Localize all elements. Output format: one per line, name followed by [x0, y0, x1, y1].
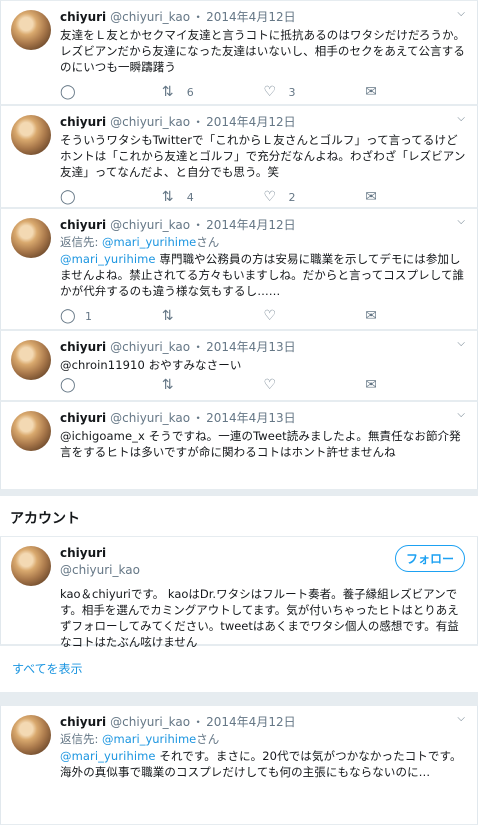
chevron-down-icon[interactable]: ⌵	[457, 113, 465, 124]
mail-icon: ✉	[365, 308, 377, 324]
chevron-down-icon[interactable]: ⌵	[457, 8, 465, 19]
reply-context: 返信先: @mari_yurihimeさん	[60, 235, 220, 249]
mail-button[interactable]: ✉	[365, 84, 411, 100]
tweet-date[interactable]: 2014年4月13日	[206, 340, 295, 354]
tweet-date[interactable]: 2014年4月12日	[206, 218, 295, 232]
reply-context: 返信先: @mari_yurihimeさん	[60, 732, 220, 746]
chevron-down-icon[interactable]: ⌵	[457, 713, 465, 724]
like-button[interactable]: ♡ 3	[264, 84, 310, 100]
reply-icon: ◯	[60, 189, 76, 205]
tweet-text: 友達をＬ友とかセクマイ友達と言うコトに抵抗あるのはワタシだけだろうか。レズビアン…	[60, 28, 466, 74]
like-button[interactable]: ♡	[264, 308, 310, 324]
mention-link[interactable]: @mari_yurihime	[60, 749, 156, 763]
like-icon: ♡	[263, 189, 277, 205]
tweet-header: chiyuri @chiyuri_kao ・ 2014年4月13日	[60, 411, 296, 425]
account-section-title: アカウント	[0, 496, 478, 537]
retweet-icon: ⇅	[161, 189, 174, 205]
mail-icon: ✉	[365, 189, 377, 205]
tweet-header: chiyuri @chiyuri_kao ・ 2014年4月12日	[60, 715, 296, 729]
tweet-date[interactable]: 2014年4月12日	[206, 715, 295, 729]
follow-button[interactable]: フォロー	[394, 545, 465, 572]
mail-button[interactable]: ✉	[365, 308, 411, 324]
reply-to-link[interactable]: @mari_yurihime	[102, 235, 196, 249]
retweet-button[interactable]: ⇅	[162, 377, 208, 393]
reply-button[interactable]: ◯	[60, 84, 106, 100]
user-name[interactable]: chiyuri	[60, 715, 106, 729]
like-icon: ♡	[263, 308, 277, 324]
user-handle[interactable]: @chiyuri_kao	[110, 218, 190, 232]
tweet-actions: ◯ ⇅ ♡ ✉	[60, 373, 467, 397]
account-bio: kao＆chiyuriです。 kaoはDr.ワタシはフルート奏者。養子縁組レズビ…	[60, 587, 459, 649]
like-button[interactable]: ♡ 2	[264, 189, 310, 205]
tweet-date[interactable]: 2014年4月12日	[206, 10, 295, 24]
user-handle[interactable]: @chiyuri_kao	[110, 115, 190, 129]
retweet-icon: ⇅	[161, 84, 174, 100]
tweet-card[interactable]: ⌵ chiyuri @chiyuri_kao ・ 2014年4月13日 @ichigo…	[0, 401, 478, 490]
tweet-actions: ◯ 1 ⇅ ♡ ✉	[60, 302, 467, 330]
user-name[interactable]: chiyuri	[60, 115, 106, 129]
account-name[interactable]: chiyuri	[60, 546, 106, 560]
tweet-date[interactable]: 2014年4月13日	[206, 411, 295, 425]
chevron-down-icon[interactable]: ⌵	[457, 216, 465, 227]
tweet-card[interactable]: ⌵ chiyuri @chiyuri_kao ・ 2014年4月12日 返信先: @m…	[0, 208, 478, 330]
tweet-actions: ◯ ⇅ 6 ♡ 3 ✉	[60, 78, 467, 106]
user-handle[interactable]: @chiyuri_kao	[110, 340, 190, 354]
like-icon: ♡	[263, 377, 277, 393]
user-handle[interactable]: @chiyuri_kao	[110, 10, 190, 24]
reply-button[interactable]: ◯	[60, 377, 106, 393]
like-icon: ♡	[263, 84, 277, 100]
avatar[interactable]	[11, 546, 51, 586]
reply-to-link[interactable]: @mari_yurihime	[102, 732, 196, 746]
avatar[interactable]	[11, 340, 51, 380]
tweet-card[interactable]: ⌵ chiyuri @chiyuri_kao ・ 2014年4月12日 そういうワタシ…	[0, 105, 478, 208]
reply-icon: ◯	[60, 84, 76, 100]
tweet-text: @ichigoame_x そうですね。一連のTweet読みましたよ。無責任なお節…	[60, 429, 461, 459]
tweet-text: @mari_yurihime 専門職や公務員の方は安易に職業を示してデモには参加…	[60, 252, 465, 298]
chevron-down-icon[interactable]: ⌵	[457, 409, 465, 420]
tweet-actions: ◯ ⇅ 4 ♡ 2 ✉	[60, 183, 467, 211]
show-all-link[interactable]: すべてを表示	[0, 645, 478, 692]
tweet-card[interactable]: ⌵ chiyuri @chiyuri_kao ・ 2014年4月13日 @chroin…	[0, 330, 478, 401]
tweet-card[interactable]: ⌵ chiyuri @chiyuri_kao ・ 2014年4月12日 返信先: @m…	[0, 705, 478, 825]
reply-icon: ◯	[60, 377, 76, 393]
user-name[interactable]: chiyuri	[60, 340, 106, 354]
retweet-button[interactable]: ⇅	[162, 308, 208, 324]
tweet-text: そういうワタシもTwitterで「これからＬ友さんとゴルフ」って言ってるけどホン…	[60, 133, 466, 179]
tweet-card[interactable]: ⌵ chiyuri @chiyuri_kao ・ 2014年4月12日 友達をＬ友とか…	[0, 0, 478, 105]
tweet-header: chiyuri @chiyuri_kao ・ 2014年4月13日	[60, 340, 296, 354]
tweet-header: chiyuri @chiyuri_kao ・ 2014年4月12日	[60, 10, 296, 24]
avatar[interactable]	[11, 218, 51, 258]
section-divider	[0, 692, 478, 705]
mention-link[interactable]: @mari_yurihime	[60, 252, 156, 266]
like-button[interactable]: ♡	[264, 377, 310, 393]
retweet-button[interactable]: ⇅ 6	[162, 84, 208, 100]
mail-button[interactable]: ✉	[365, 377, 411, 393]
tweet-header: chiyuri @chiyuri_kao ・ 2014年4月12日	[60, 115, 296, 129]
mail-button[interactable]: ✉	[365, 189, 411, 205]
user-handle[interactable]: @chiyuri_kao	[110, 715, 190, 729]
tweet-header: chiyuri @chiyuri_kao ・ 2014年4月12日	[60, 218, 296, 232]
retweet-icon: ⇅	[161, 377, 174, 393]
chevron-down-icon[interactable]: ⌵	[457, 338, 465, 349]
tweet-text: @mari_yurihime それです。まさに。20代では気がつかなかったコトで…	[60, 749, 462, 779]
user-handle[interactable]: @chiyuri_kao	[110, 411, 190, 425]
tweet-text: @chroin11910 おやすみなさーい	[60, 358, 242, 372]
mail-icon: ✉	[365, 84, 377, 100]
retweet-icon: ⇅	[161, 308, 174, 324]
retweet-button[interactable]: ⇅ 4	[162, 189, 208, 205]
user-name[interactable]: chiyuri	[60, 411, 106, 425]
user-name[interactable]: chiyuri	[60, 10, 106, 24]
reply-icon: ◯	[60, 308, 76, 324]
avatar[interactable]	[11, 411, 51, 451]
reply-button[interactable]: ◯ 1	[60, 308, 106, 324]
user-name[interactable]: chiyuri	[60, 218, 106, 232]
avatar[interactable]	[11, 115, 51, 155]
avatar[interactable]	[11, 715, 51, 755]
mail-icon: ✉	[365, 377, 377, 393]
account-card[interactable]: フォロー chiyuri @chiyuri_kao kao＆chiyuriです。…	[0, 537, 478, 649]
avatar[interactable]	[11, 10, 51, 50]
tweet-date[interactable]: 2014年4月12日	[206, 115, 295, 129]
reply-button[interactable]: ◯	[60, 189, 106, 205]
